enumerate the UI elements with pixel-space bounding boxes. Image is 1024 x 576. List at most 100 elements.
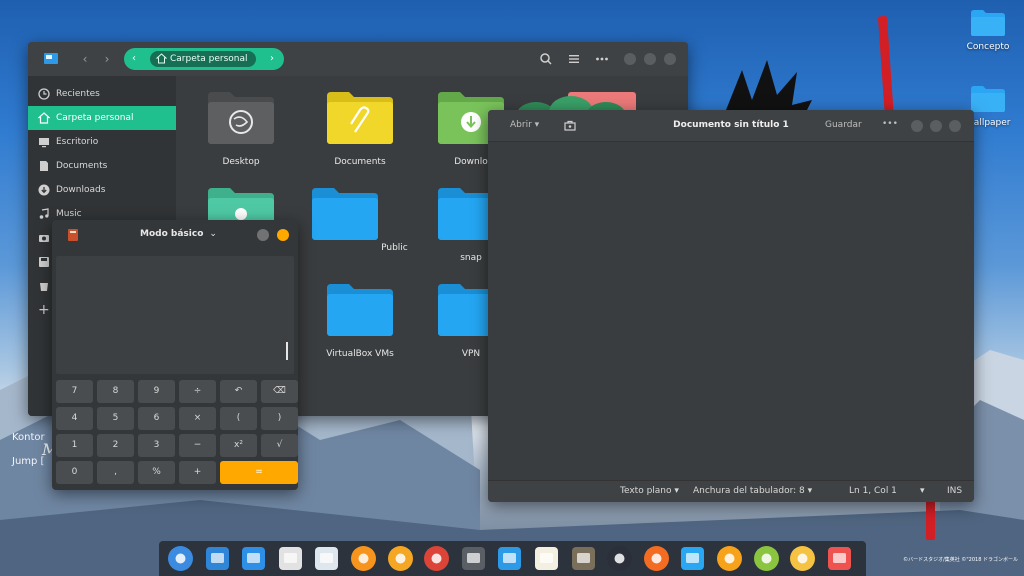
folder-documents-icon: [327, 92, 393, 144]
desktop-icon-label: Concepto: [966, 42, 1010, 52]
tab-width-selector[interactable]: Anchura del tabulador: 8 ▾: [693, 486, 812, 496]
mode-selector[interactable]: Modo básico ⌄: [140, 229, 217, 239]
path-scroll-left-icon[interactable]: ‹: [132, 52, 136, 66]
language-selector[interactable]: Texto plano ▾: [620, 486, 679, 496]
calc-key[interactable]: +: [179, 461, 216, 484]
text-editor-statusbar: Texto plano ▾ Anchura del tabulador: 8 ▾…: [488, 480, 974, 502]
calc-key[interactable]: ⌫: [261, 380, 298, 403]
calc-key[interactable]: (: [220, 407, 257, 430]
insert-mode[interactable]: INS: [947, 486, 962, 496]
calc-key[interactable]: 1: [56, 434, 93, 457]
close-button[interactable]: [949, 120, 961, 132]
settings-icon[interactable]: [460, 545, 487, 572]
finder-icon[interactable]: [496, 545, 523, 572]
calc-key[interactable]: x²: [220, 434, 257, 457]
file-manager-app-icon[interactable]: [44, 52, 58, 64]
calc-key[interactable]: √: [261, 434, 298, 457]
calculator-app-icon[interactable]: [68, 229, 78, 241]
workspaces-icon[interactable]: [240, 545, 267, 572]
calculator-display[interactable]: [56, 256, 294, 374]
calc-key[interactable]: 6: [138, 407, 175, 430]
screenshot-icon[interactable]: [313, 545, 340, 572]
chrome-icon[interactable]: [423, 545, 450, 572]
folder-label: VirtualBox VMs: [326, 349, 394, 359]
close-button[interactable]: [664, 53, 676, 65]
music-player-icon[interactable]: [606, 545, 633, 572]
desktop-icon: [39, 138, 49, 148]
chevron-down-icon[interactable]: ▾: [920, 486, 925, 496]
calc-key[interactable]: 8: [97, 380, 134, 403]
file-manager-header: ‹ › ‹ Carpeta personal ›: [28, 42, 688, 76]
text-editing-area[interactable]: [488, 143, 974, 480]
sidebar-item-carpeta-personal[interactable]: Carpeta personal: [28, 106, 176, 130]
trash-icon[interactable]: [826, 545, 853, 572]
calc-key[interactable]: 5: [97, 407, 134, 430]
battery-icon[interactable]: [753, 545, 780, 572]
maximize-button[interactable]: [644, 53, 656, 65]
folder-label: Public: [381, 243, 408, 253]
list-view-icon[interactable]: [566, 51, 582, 67]
save-button[interactable]: Guardar: [825, 120, 862, 130]
calc-key[interactable]: ×: [179, 407, 216, 430]
breadcrumb-home[interactable]: Carpeta personal: [150, 51, 256, 67]
cursor-position[interactable]: Ln 1, Col 1: [849, 486, 897, 496]
calc-key[interactable]: %: [138, 461, 175, 484]
document-title: Documento sin título 1: [673, 120, 789, 130]
launcher-rocket-icon[interactable]: [167, 545, 194, 572]
eject-icon[interactable]: [643, 545, 670, 572]
folder-label: snap: [460, 253, 482, 263]
file-manager-icon[interactable]: [277, 545, 304, 572]
wallpaper-text-line3: Jump [: [12, 456, 45, 467]
wallpaper-copyright: ©バードスタジオ/集英社 ©"2018 ドラゴンボール: [903, 557, 1018, 563]
orange-app-icon[interactable]: [350, 545, 377, 572]
calc-key[interactable]: =: [220, 461, 298, 484]
more-options-icon[interactable]: [594, 51, 610, 67]
sidebar-item-recientes[interactable]: Recientes: [28, 82, 176, 106]
calc-key[interactable]: ÷: [179, 380, 216, 403]
desktop-icon-concepto[interactable]: Concepto: [953, 10, 1023, 52]
folder-public[interactable]: Public: [310, 188, 410, 253]
media-player-icon[interactable]: [387, 545, 414, 572]
wifi-icon[interactable]: [679, 545, 706, 572]
calc-key[interactable]: ↶: [220, 380, 257, 403]
sidebar-item-downloads[interactable]: Downloads: [28, 178, 176, 202]
search-icon[interactable]: [538, 51, 554, 67]
minimize-button[interactable]: [911, 120, 923, 132]
sidebar-item-documents[interactable]: Documents: [28, 154, 176, 178]
folder-label: VPN: [461, 349, 481, 359]
text-cursor: [286, 342, 288, 360]
calc-key[interactable]: 0: [56, 461, 93, 484]
more-options-icon[interactable]: •••: [882, 119, 898, 129]
text-editor-icon[interactable]: [533, 545, 560, 572]
sidebar-item-escritorio[interactable]: Escritorio: [28, 130, 176, 154]
calc-key[interactable]: 4: [56, 407, 93, 430]
path-bar[interactable]: ‹ Carpeta personal ›: [124, 48, 284, 70]
minimize-button[interactable]: [624, 53, 636, 65]
calc-key[interactable]: 9: [138, 380, 175, 403]
minimize-button[interactable]: [257, 229, 269, 241]
calculator-icon[interactable]: [570, 545, 597, 572]
calc-key[interactable]: 7: [56, 380, 93, 403]
calc-key[interactable]: 2: [97, 434, 134, 457]
calc-key[interactable]: ,: [97, 461, 134, 484]
folder-label: Documents: [334, 157, 386, 167]
home-icon: [38, 112, 50, 124]
folder-documents[interactable]: Documents: [310, 92, 410, 167]
folder-virtualbox-vms[interactable]: VirtualBox VMs: [310, 284, 410, 359]
close-button[interactable]: [277, 229, 289, 241]
dock: [159, 541, 866, 576]
calculator-window: Modo básico ⌄ 7 8 9 ÷ ↶ ⌫ 4 5 6 ×() 1 2 3− x² √ 0,% + =: [52, 220, 298, 490]
power-icon[interactable]: [716, 545, 743, 572]
image-viewer-icon[interactable]: [204, 545, 231, 572]
language-label: Texto plano: [620, 486, 672, 496]
calc-key[interactable]: 3: [138, 434, 175, 457]
wallpaper-text-line1: Kontor: [12, 432, 45, 443]
calc-key[interactable]: −: [179, 434, 216, 457]
calc-key[interactable]: ): [261, 407, 298, 430]
maximize-button[interactable]: [930, 120, 942, 132]
forward-arrow-icon[interactable]: ›: [100, 52, 114, 66]
back-arrow-icon[interactable]: ‹: [78, 52, 92, 66]
clock-app-icon[interactable]: [789, 545, 816, 572]
path-scroll-right-icon[interactable]: ›: [270, 52, 274, 66]
folder-desktop[interactable]: Desktop: [191, 92, 291, 167]
